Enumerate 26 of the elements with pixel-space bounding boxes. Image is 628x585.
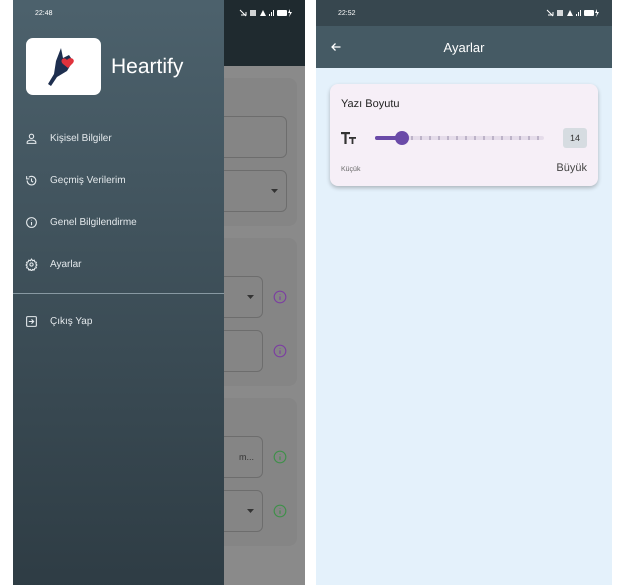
drawer-item[interactable]: Kişisel Bilgiler (13, 117, 224, 159)
drawer-item[interactable]: Ayarlar (13, 243, 224, 285)
card-title: Yazı Boyutu (341, 98, 400, 110)
max-label: Büyük (556, 162, 587, 174)
caret-icon (247, 509, 254, 513)
caret-icon (271, 189, 278, 193)
text-size-icon (341, 132, 356, 144)
info-icon[interactable] (273, 504, 287, 518)
back-arrow-icon[interactable] (330, 41, 342, 53)
drawer-item[interactable]: Çıkış Yap (13, 300, 224, 342)
history-icon (25, 174, 38, 186)
status-icons (546, 9, 600, 17)
logout-icon (25, 314, 38, 328)
status-icons (239, 9, 293, 17)
caret-icon (247, 295, 254, 299)
value-label: 14 (562, 128, 587, 148)
settings-icon (25, 258, 38, 270)
drawer-item[interactable]: Geçmiş Verilerim (13, 159, 224, 201)
info-icon[interactable] (273, 344, 287, 358)
drawer-item[interactable]: Genel Bilgilendirme (13, 201, 224, 243)
screen-title: Ayarlar (444, 40, 484, 54)
info-icon[interactable] (273, 450, 287, 464)
person-icon (25, 132, 38, 144)
info-icon (25, 216, 38, 228)
app-name: Heartify (111, 54, 184, 78)
info-icon[interactable] (273, 290, 287, 304)
